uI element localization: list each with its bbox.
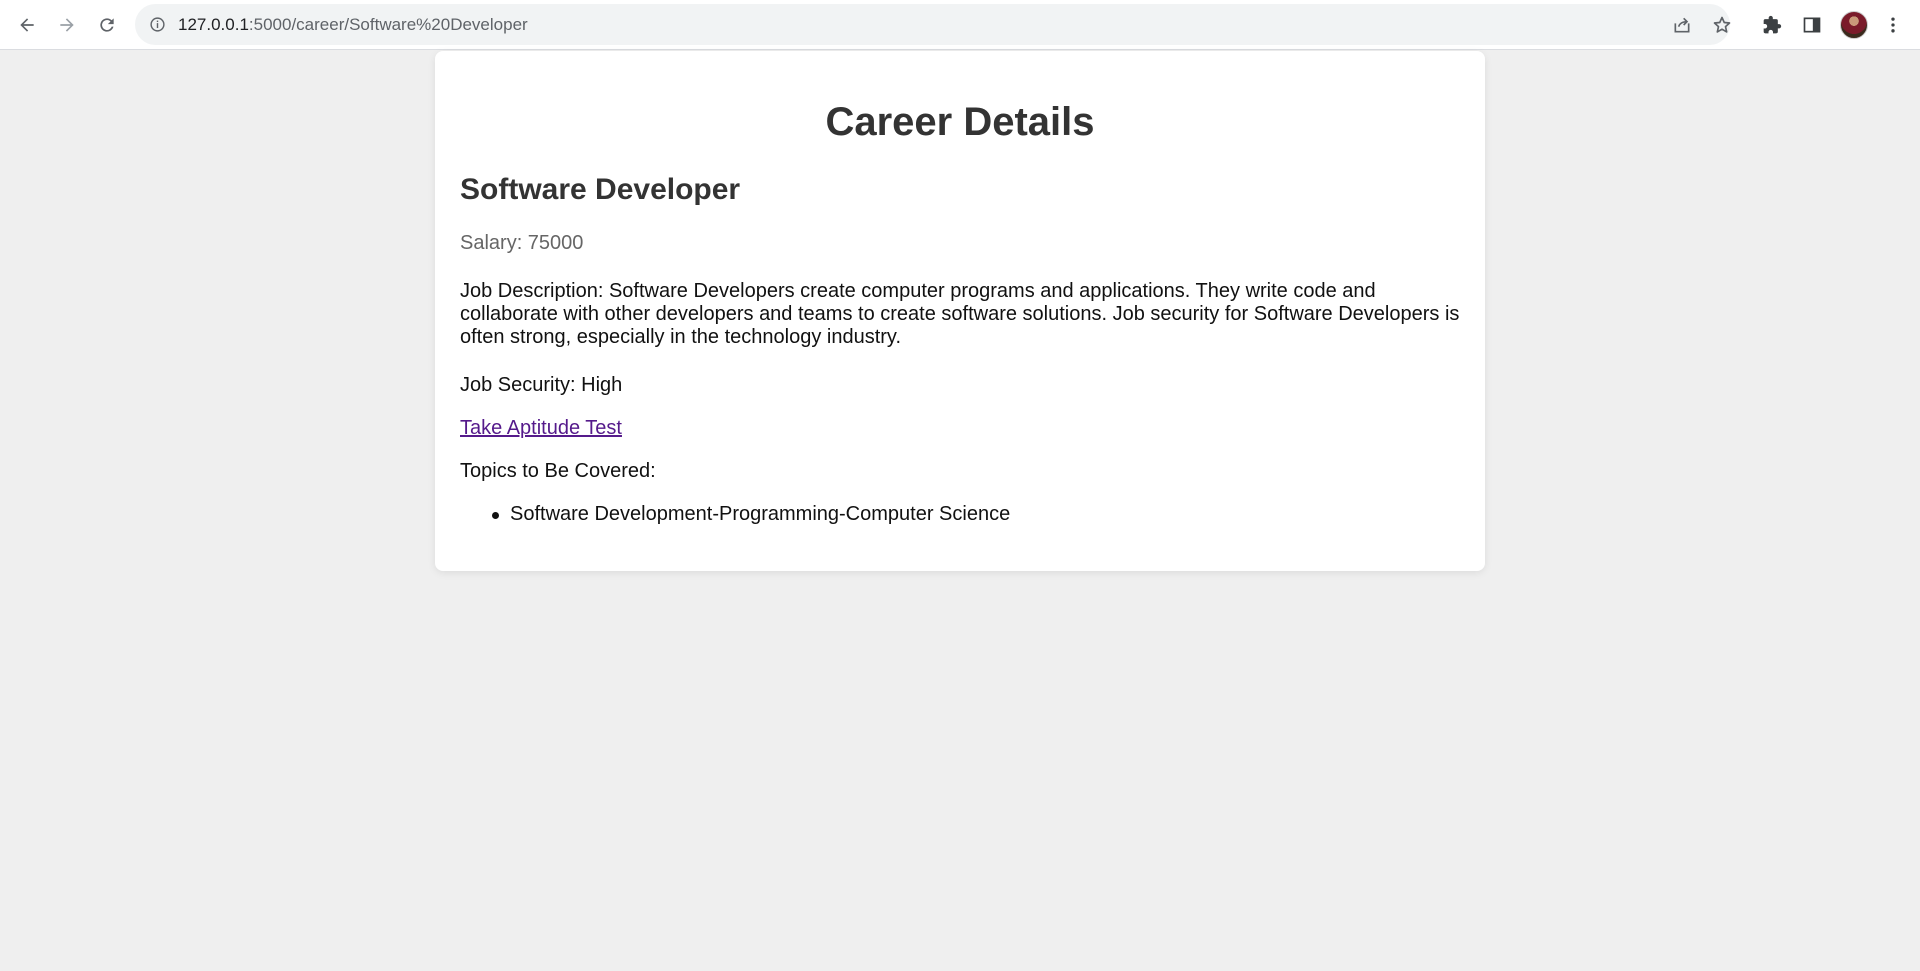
bookmark-button[interactable] <box>1711 14 1733 36</box>
forward-arrow-icon <box>60 18 74 32</box>
side-panel-icon <box>1803 17 1821 33</box>
job-description: Job Description: Software Developers cre… <box>460 280 1460 348</box>
salary-text: Salary: 75000 <box>460 232 584 254</box>
forward-button[interactable] <box>50 8 84 42</box>
page-title: Career Details <box>825 100 1095 144</box>
topics-label: Topics to Be Covered: <box>460 460 656 482</box>
bullet-icon <box>492 512 499 519</box>
star-icon <box>1713 16 1731 33</box>
side-panel-button[interactable] <box>1800 13 1824 37</box>
job-security: Job Security: High <box>460 374 623 396</box>
menu-button[interactable] <box>1881 13 1905 37</box>
list-item: Software Development-Programming-Compute… <box>490 503 1010 526</box>
take-aptitude-test-link[interactable]: Take Aptitude Test <box>460 417 622 440</box>
profile-avatar[interactable] <box>1840 11 1868 39</box>
career-name: Software Developer <box>460 173 741 206</box>
info-icon[interactable] <box>149 16 166 33</box>
reload-button[interactable] <box>90 8 124 42</box>
address-bar[interactable]: 127.0.0.1:5000/career/Software%20Develop… <box>135 4 1733 45</box>
back-button[interactable] <box>10 8 44 42</box>
url-text[interactable]: 127.0.0.1:5000/career/Software%20Develop… <box>178 15 528 35</box>
extensions-button[interactable] <box>1760 13 1784 37</box>
topic-text: Software Development-Programming-Compute… <box>510 503 1011 525</box>
url-host: 127.0.0.1 <box>178 15 249 34</box>
url-path: :5000/career/Software%20Developer <box>248 15 528 34</box>
kebab-menu-icon <box>1891 17 1895 33</box>
share-icon <box>1674 17 1690 33</box>
share-button[interactable] <box>1671 14 1693 36</box>
topics-list: Software Development-Programming-Compute… <box>490 503 1010 526</box>
puzzle-icon <box>1763 15 1782 34</box>
browser-toolbar: 127.0.0.1:5000/career/Software%20Develop… <box>0 0 1920 50</box>
back-arrow-icon <box>20 18 34 32</box>
reload-icon <box>100 18 114 32</box>
